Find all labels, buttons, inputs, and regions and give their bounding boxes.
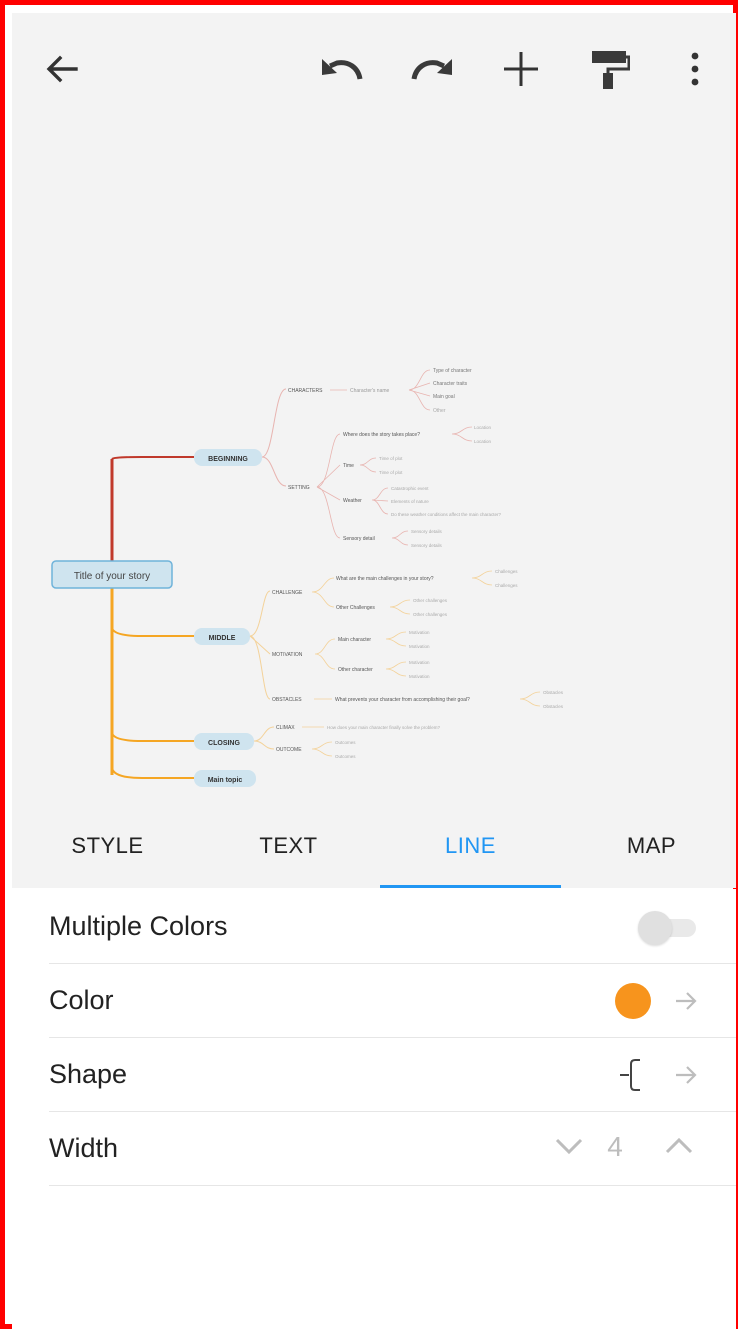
color-row[interactable]: Color bbox=[49, 963, 736, 1038]
outcome-leaf[interactable]: Outcomes bbox=[335, 754, 356, 759]
setting-item[interactable]: Sensory detail bbox=[343, 536, 375, 542]
obstacles-leaf[interactable]: Obstacles bbox=[543, 704, 564, 709]
obstacles-node[interactable]: OBSTACLES bbox=[272, 697, 302, 703]
challenge-item[interactable]: Other Challenges bbox=[336, 605, 375, 611]
challenge-leaf[interactable]: Other challenges bbox=[413, 598, 448, 603]
setting-node[interactable]: SETTING bbox=[288, 485, 310, 491]
setting-leaf[interactable]: Location bbox=[474, 425, 492, 430]
setting-leaf[interactable]: Sensory details bbox=[411, 529, 443, 534]
motivation-item[interactable]: Other character bbox=[338, 667, 373, 673]
topic-middle[interactable]: MIDDLE bbox=[194, 628, 250, 645]
topic-beginning[interactable]: BEGINNING bbox=[194, 449, 262, 466]
line-settings-panel: Multiple Colors Color Shape Width 4 bbox=[12, 889, 736, 1329]
mindmap-canvas[interactable]: Title of your story BEGINNING MIDDLE CLO… bbox=[12, 13, 736, 888]
tab-text[interactable]: TEXT bbox=[198, 833, 379, 873]
outcome-leaf[interactable]: Outcomes bbox=[335, 740, 356, 745]
motivation-leaf[interactable]: Motivation bbox=[409, 630, 430, 635]
outcome-node[interactable]: OUTCOME bbox=[276, 747, 302, 753]
char-leaf[interactable]: Other bbox=[433, 408, 446, 414]
central-topic-label: Title of your story bbox=[74, 571, 150, 582]
central-topic[interactable]: Title of your story bbox=[51, 560, 173, 589]
setting-item[interactable]: Time bbox=[343, 463, 354, 469]
motivation-leaf[interactable]: Motivation bbox=[409, 644, 430, 649]
setting-item[interactable]: Where does the story takes place? bbox=[343, 432, 420, 438]
mindmap-diagram: Title of your story BEGINNING MIDDLE CLO… bbox=[51, 368, 564, 787]
setting-item[interactable]: Weather bbox=[343, 498, 362, 504]
multiple-colors-label: Multiple Colors bbox=[49, 911, 228, 941]
obstacles-item[interactable]: What prevents your character from accomp… bbox=[335, 697, 470, 703]
motivation-leaf[interactable]: Motivation bbox=[409, 660, 430, 665]
topic-middle-label: MIDDLE bbox=[209, 635, 236, 642]
motivation-leaf[interactable]: Motivation bbox=[409, 674, 430, 679]
arrow-right-icon[interactable] bbox=[672, 1061, 700, 1089]
format-tabs: STYLE TEXT LINE MAP bbox=[12, 813, 736, 889]
climax-node[interactable]: CLIMAX bbox=[276, 725, 295, 731]
topic-closing[interactable]: CLOSING bbox=[194, 733, 254, 750]
challenge-leaf[interactable]: Challenges bbox=[495, 583, 518, 588]
topic-main-label: Main topic bbox=[208, 777, 243, 784]
bracket-shape-icon[interactable] bbox=[616, 1055, 656, 1095]
setting-leaf[interactable]: Catastrophic event bbox=[391, 486, 429, 491]
topic-main[interactable]: Main topic bbox=[194, 770, 256, 787]
setting-leaf[interactable]: Elements of nature bbox=[391, 499, 429, 504]
challenge-leaf[interactable]: Other challenges bbox=[413, 612, 448, 617]
chevron-up-icon[interactable] bbox=[662, 1131, 696, 1161]
topic-closing-label: CLOSING bbox=[208, 740, 240, 747]
active-tab-indicator bbox=[380, 885, 561, 888]
shape-row[interactable]: Shape bbox=[49, 1037, 736, 1112]
characters-node[interactable]: CHARACTERS bbox=[288, 388, 323, 394]
motivation-node[interactable]: MOTIVATION bbox=[272, 652, 303, 658]
tab-line[interactable]: LINE bbox=[380, 833, 561, 873]
chevron-down-icon[interactable] bbox=[552, 1131, 586, 1161]
challenge-item[interactable]: What are the main challenges in your sto… bbox=[336, 576, 434, 582]
char-leaf[interactable]: Main goal bbox=[433, 394, 455, 400]
characters-sub-node[interactable]: Character's name bbox=[350, 388, 390, 394]
toggle-knob bbox=[638, 911, 672, 945]
multiple-colors-row: Multiple Colors bbox=[49, 889, 736, 964]
multiple-colors-toggle[interactable] bbox=[638, 911, 696, 945]
motivation-item[interactable]: Main character bbox=[338, 637, 371, 643]
width-row: Width 4 bbox=[49, 1111, 736, 1186]
char-leaf[interactable]: Type of character bbox=[433, 368, 472, 374]
setting-leaf[interactable]: Do these weather conditions affect the m… bbox=[391, 512, 501, 517]
challenge-leaf[interactable]: Challenges bbox=[495, 569, 518, 574]
color-label: Color bbox=[49, 985, 114, 1015]
setting-leaf[interactable]: Time of plot bbox=[379, 456, 403, 461]
screen-frame: Title of your story BEGINNING MIDDLE CLO… bbox=[0, 0, 738, 1329]
arrow-right-icon[interactable] bbox=[672, 987, 700, 1015]
tab-style[interactable]: STYLE bbox=[17, 833, 198, 873]
setting-leaf[interactable]: Time of plot bbox=[379, 470, 403, 475]
setting-leaf[interactable]: Location bbox=[474, 439, 492, 444]
challenge-node[interactable]: CHALLENGE bbox=[272, 590, 303, 596]
width-label: Width bbox=[49, 1133, 119, 1163]
color-swatch[interactable] bbox=[615, 983, 651, 1019]
width-value: 4 bbox=[607, 1131, 623, 1162]
tab-map[interactable]: MAP bbox=[561, 833, 738, 873]
obstacles-leaf[interactable]: Obstacles bbox=[543, 690, 564, 695]
char-leaf[interactable]: Character traits bbox=[433, 381, 468, 387]
shape-label: Shape bbox=[49, 1059, 128, 1089]
topic-beginning-label: BEGINNING bbox=[208, 456, 248, 463]
climax-item[interactable]: How does your main character finally sol… bbox=[327, 725, 441, 730]
setting-leaf[interactable]: Sensory details bbox=[411, 543, 443, 548]
